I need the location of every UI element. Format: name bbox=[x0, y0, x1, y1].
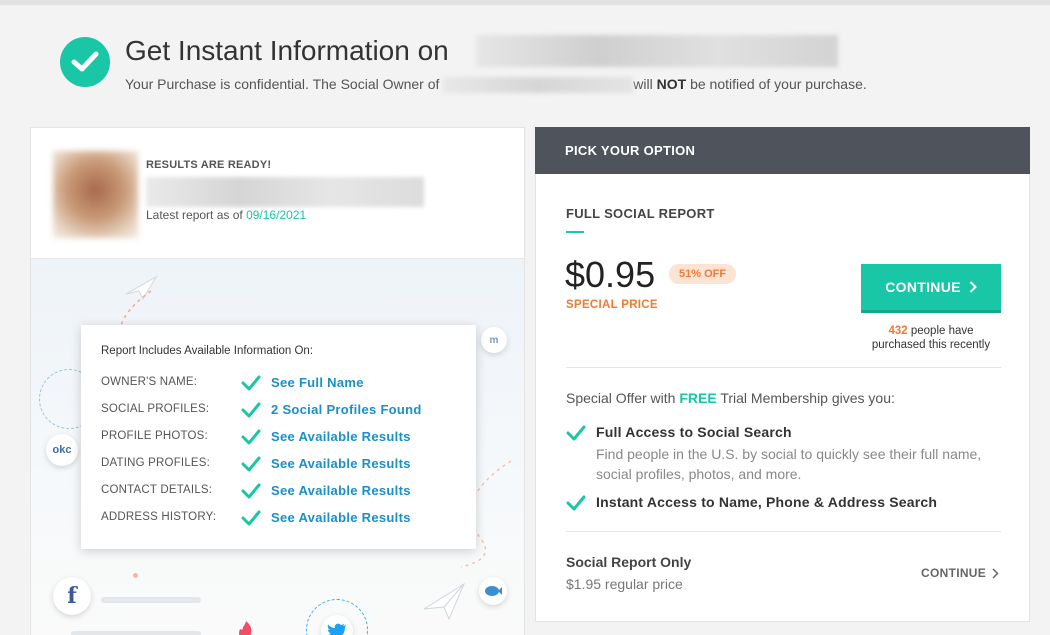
info-row: SOCIAL PROFILES: 2 Social Profiles Found bbox=[101, 401, 461, 419]
plan-title: FULL SOCIAL REPORT bbox=[566, 206, 715, 221]
divider bbox=[566, 531, 1001, 532]
offer-post: Trial Membership gives you: bbox=[720, 390, 895, 406]
check-icon bbox=[241, 402, 261, 418]
check-icon bbox=[566, 495, 586, 511]
results-ready-label: RESULTS ARE READY! bbox=[146, 159, 272, 171]
check-icon bbox=[566, 425, 586, 441]
check-icon bbox=[241, 456, 261, 472]
continue-button[interactable]: CONTINUE bbox=[861, 264, 1001, 313]
redacted-name bbox=[146, 177, 424, 207]
facebook-icon: f bbox=[53, 577, 91, 615]
info-label: SOCIAL PROFILES: bbox=[101, 403, 210, 415]
info-row: OWNER'S NAME: See Full Name bbox=[101, 374, 461, 392]
confidential-note: Your Purchase is confidential. The Socia… bbox=[125, 76, 867, 94]
subtitle-will: will bbox=[633, 76, 653, 92]
chevron-right-icon bbox=[969, 281, 977, 293]
info-label: CONTACT DETAILS: bbox=[101, 484, 213, 496]
latest-report: Latest report as of 09/16/2021 bbox=[146, 208, 306, 222]
redacted-handle bbox=[476, 35, 838, 67]
divider bbox=[566, 367, 1001, 368]
purchase-text-2: purchased this recently bbox=[871, 339, 991, 351]
plan-title-underline bbox=[566, 231, 584, 233]
pricing-panel: PICK YOUR OPTION FULL SOCIAL REPORT $0.9… bbox=[535, 127, 1030, 622]
purchase-count: 432 bbox=[888, 325, 908, 337]
alt-plan-title: Social Report Only bbox=[566, 554, 692, 570]
placeholder-bar bbox=[71, 631, 201, 635]
check-circle-icon bbox=[60, 37, 110, 87]
subtitle-post: be notified of your purchase. bbox=[690, 76, 867, 92]
check-icon bbox=[241, 483, 261, 499]
social-profiles-link[interactable]: 2 Social Profiles Found bbox=[271, 402, 422, 417]
chevron-right-icon bbox=[992, 567, 999, 579]
tinder-icon bbox=[239, 621, 252, 635]
pick-option-header: PICK YOUR OPTION bbox=[535, 127, 1030, 174]
info-label: DATING PROFILES: bbox=[101, 457, 211, 469]
alt-continue-label: CONTINUE bbox=[921, 566, 987, 580]
feature-item: Instant Access to Name, Phone & Address … bbox=[566, 494, 1006, 514]
address-history-link[interactable]: See Available Results bbox=[271, 510, 411, 525]
check-icon bbox=[241, 510, 261, 526]
discount-badge: 51% OFF bbox=[669, 264, 737, 284]
redacted-handle-inline bbox=[443, 77, 634, 94]
page-title: Get Instant Information on bbox=[125, 35, 449, 66]
alt-plan-price: $1.95 regular price bbox=[566, 576, 683, 592]
contact-details-link[interactable]: See Available Results bbox=[271, 483, 411, 498]
info-row: PROFILE PHOTOS: See Available Results bbox=[101, 428, 461, 446]
social-proof: 432 people have purchased this recently bbox=[856, 324, 1006, 352]
placeholder-bar bbox=[101, 597, 201, 603]
feature-title: Full Access to Social Search bbox=[596, 424, 792, 440]
profile-summary: RESULTS ARE READY! Latest report as of 0… bbox=[31, 128, 524, 259]
avatar bbox=[53, 151, 138, 238]
latest-prefix: Latest report as of bbox=[146, 208, 243, 222]
pricing-card: FULL SOCIAL REPORT $0.95 51% OFF SPECIAL… bbox=[535, 174, 1030, 622]
info-label: OWNER'S NAME: bbox=[101, 376, 198, 388]
continue-label: CONTINUE bbox=[885, 279, 961, 295]
info-label: PROFILE PHOTOS: bbox=[101, 430, 208, 442]
feature-item: Full Access to Social Search Find people… bbox=[566, 424, 1006, 484]
check-icon bbox=[241, 429, 261, 445]
info-label: ADDRESS HISTORY: bbox=[101, 511, 217, 523]
special-price-label: SPECIAL PRICE bbox=[566, 299, 658, 311]
subtitle-not: NOT bbox=[656, 76, 687, 92]
okcupid-icon: okc bbox=[46, 434, 78, 466]
top-divider bbox=[0, 0, 1050, 5]
offer-free: FREE bbox=[679, 390, 717, 406]
report-includes-box: Report Includes Available Information On… bbox=[81, 325, 476, 549]
latest-date: 09/16/2021 bbox=[246, 208, 307, 222]
offer-pre: Special Offer with bbox=[566, 390, 676, 406]
offer-text: Special Offer with FREE Trial Membership… bbox=[566, 390, 895, 406]
info-row: DATING PROFILES: See Available Results bbox=[101, 455, 461, 473]
check-icon bbox=[241, 375, 261, 391]
fish-icon bbox=[479, 577, 507, 605]
alt-continue-link[interactable]: CONTINUE bbox=[921, 566, 999, 580]
report-preview-card: RESULTS ARE READY! Latest report as of 0… bbox=[30, 127, 525, 635]
page-header: Get Instant Information on Your Purchase… bbox=[60, 33, 1040, 103]
purchase-text: people have bbox=[910, 325, 974, 337]
info-row: ADDRESS HISTORY: See Available Results bbox=[101, 509, 461, 527]
feature-description: Find people in the U.S. by social to qui… bbox=[596, 446, 982, 482]
price: $0.95 bbox=[565, 254, 656, 295]
info-row: CONTACT DETAILS: See Available Results bbox=[101, 482, 461, 500]
see-full-name-link[interactable]: See Full Name bbox=[271, 375, 364, 390]
paper-plane-icon bbox=[423, 582, 466, 621]
profile-photos-link[interactable]: See Available Results bbox=[271, 429, 411, 444]
report-includes-heading: Report Includes Available Information On… bbox=[101, 345, 314, 357]
dating-profiles-link[interactable]: See Available Results bbox=[271, 456, 411, 471]
dot-decoration bbox=[133, 573, 138, 578]
badge-icon: m bbox=[481, 327, 507, 353]
feature-title: Instant Access to Name, Phone & Address … bbox=[596, 494, 938, 510]
subtitle-text: Your Purchase is confidential. The Socia… bbox=[125, 76, 440, 92]
